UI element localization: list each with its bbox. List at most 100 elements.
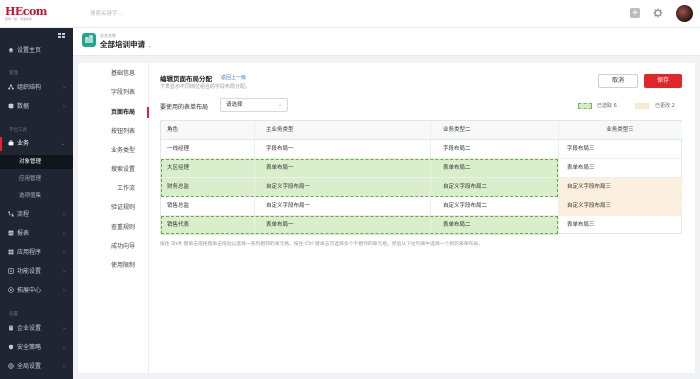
selection-hint: 按住 Shift 键单击或拖拽单击拖动以选择一系列相邻的单元格。按住 Ctrl …: [160, 242, 483, 247]
tab-success-wizard[interactable]: 成功向导: [77, 237, 148, 256]
table-cell-role: 财务总监: [161, 178, 254, 197]
add-button[interactable]: +: [630, 8, 640, 18]
tab-field-list[interactable]: 字段列表: [77, 83, 148, 102]
table-cell-layout[interactable]: 自定义字段布局三: [558, 178, 682, 197]
layout-select[interactable]: 请选择 ⌄: [220, 98, 288, 112]
company-logo[interactable]: HEcom 和你一起，创造未来: [5, 5, 65, 23]
layout-select-label: 要使用的表单布局: [160, 104, 209, 111]
sidebar-group-label: 平台工具: [9, 128, 27, 133]
chevron-right-icon: ›: [63, 231, 65, 237]
sidebar-item-reports[interactable]: 报表 ›: [0, 227, 73, 241]
column-divider: [558, 121, 559, 234]
column-header: 角色: [161, 121, 254, 140]
business-icon: [8, 140, 14, 146]
top-bar: HEcom 和你一起，创造未来 搜索关键字... +: [0, 0, 700, 28]
sidebar-item-org[interactable]: 组织结构 ›: [0, 81, 73, 95]
sidebar-item-label: 数据: [17, 103, 30, 110]
company-icon: [9, 325, 13, 331]
sidebar-item-label: 设置主页: [17, 47, 42, 54]
table-cell-layout[interactable]: 表单布局二: [430, 159, 558, 178]
sidebar-group-label: 管理: [9, 71, 18, 76]
tab-validation-rules[interactable]: 验证规则: [77, 198, 148, 217]
object-header: 业务名称 全部培训申请 ⌄: [73, 28, 700, 56]
sidebar-item-feature-settings[interactable]: 功能设置 ›: [0, 265, 73, 279]
sidebar-item-label: 报表: [17, 230, 30, 237]
object-title[interactable]: 全部培训申请 ⌄: [100, 39, 152, 50]
sidebar-item-data[interactable]: 数据 ›: [0, 100, 73, 114]
report-icon: [8, 230, 14, 236]
sidebar-item-label: 应用程序: [17, 249, 42, 256]
sidebar-item-apps[interactable]: 应用程序 ›: [0, 246, 73, 260]
sidebar-item-label: 拓展中心: [17, 287, 42, 294]
chevron-right-icon: ›: [63, 212, 65, 218]
sidebar-subitem-app-management[interactable]: 应用管理: [0, 172, 73, 186]
tab-page-layout[interactable]: 页面布局: [77, 103, 149, 122]
sidebar-item-extension-center[interactable]: 拓展中心 ›: [0, 284, 73, 298]
sidebar: 设置主页 管理 组织结构 › 数据 › 平台工具 业务 ⌄ 对象管理 应用管理 选项值…: [0, 28, 73, 379]
tab-workflow[interactable]: 工作流: [77, 179, 148, 198]
feature-icon: [8, 268, 14, 274]
table-cell-layout[interactable]: 表单布局一: [254, 159, 430, 178]
data-icon: [8, 103, 14, 109]
chevron-right-icon: ›: [63, 269, 65, 275]
avatar[interactable]: [676, 5, 693, 22]
table-cell-layout[interactable]: 自定义字段布局二: [430, 197, 558, 216]
table-cell-layout[interactable]: 字段布局三: [558, 140, 682, 159]
home-icon: [8, 47, 14, 53]
tab-basic-info[interactable]: 基础信息: [77, 64, 148, 83]
table-cell-layout[interactable]: 表单布局三: [558, 159, 682, 178]
table-cell-layout[interactable]: 自定义字段布局三: [558, 197, 682, 216]
table-cell-layout[interactable]: 自定义字段布局一: [254, 178, 430, 197]
save-button[interactable]: 保存: [644, 74, 682, 88]
chevron-right-icon: ›: [63, 345, 65, 351]
table-cell-layout[interactable]: 自定义字段布局一: [254, 197, 430, 216]
tab-usage-limits[interactable]: 使用限制: [77, 256, 148, 275]
panel-title: 编辑页面布局分配: [160, 75, 212, 83]
tab-duplicate-rules[interactable]: 查重规则: [77, 218, 148, 237]
sidebar-item-settings-home[interactable]: 设置主页: [0, 44, 73, 58]
org-icon: [8, 84, 14, 90]
sidebar-item-label: 功能设置: [17, 268, 42, 275]
table-cell-layout[interactable]: 表单布局三: [558, 216, 682, 235]
sidebar-item-flow[interactable]: 流程 ›: [0, 208, 73, 222]
sidebar-item-business[interactable]: 业务 ⌄: [0, 137, 73, 151]
search-input[interactable]: 搜索关键字...: [90, 9, 210, 19]
chevron-right-icon: ›: [63, 250, 65, 256]
menu-collapse-icon[interactable]: [58, 33, 66, 39]
object-icon: [82, 33, 96, 47]
column-header: 业务类型二: [430, 121, 558, 140]
tab-button-list[interactable]: 按钮列表: [77, 122, 148, 141]
chevron-down-icon: ⌄: [277, 102, 282, 108]
main-content: 基础信息 字段列表 页面布局 按钮列表 业务类型 搜索设置 工作流 验证规则 查…: [78, 63, 695, 373]
logo-slogan: 和你一起，创造未来: [5, 17, 33, 21]
sidebar-item-label: 流程: [17, 211, 30, 218]
table-cell-layout[interactable]: 自定义字段布局二: [430, 178, 558, 197]
chevron-right-icon: ›: [63, 364, 65, 370]
sidebar-subitem-object-management[interactable]: 对象管理: [0, 155, 73, 169]
chevron-right-icon: ›: [63, 288, 65, 294]
tab-business-type[interactable]: 业务类型: [77, 141, 148, 160]
chevron-right-icon: ›: [63, 85, 65, 91]
legend-selected-label: 已选取 6: [597, 103, 617, 109]
table-cell-layout[interactable]: 表单布局二: [430, 216, 558, 235]
sidebar-group-label: 设置: [9, 312, 18, 317]
cancel-button[interactable]: 取消: [598, 74, 638, 88]
tab-search-settings[interactable]: 搜索设置: [77, 160, 148, 179]
sidebar-subitem-option-sets[interactable]: 选项值集: [0, 189, 73, 203]
settings-tabs: 基础信息 字段列表 页面布局 按钮列表 业务类型 搜索设置 工作流 验证规则 查…: [78, 63, 149, 373]
sidebar-item-company-settings[interactable]: 企业设置 ›: [0, 322, 73, 336]
table-cell-layout[interactable]: 字段布局二: [430, 140, 558, 159]
column-header: 主业务类型: [254, 121, 430, 140]
back-link[interactable]: 返回上一级: [221, 74, 246, 81]
extension-icon: [8, 287, 14, 293]
sidebar-item-label: 安全策略: [17, 344, 42, 351]
sidebar-item-security[interactable]: 安全策略 ›: [0, 341, 73, 355]
table-cell-layout[interactable]: 表单布局一: [254, 216, 430, 235]
table-cell-layout[interactable]: 字段布局一: [254, 140, 430, 159]
sidebar-item-global-settings[interactable]: 全局设置 ›: [0, 360, 73, 374]
apps-icon: [8, 249, 14, 255]
layout-assignment-table: 角色 主业务类型 业务类型二 业务类型三 一线经理 字段布局一 字段布局二 字段…: [160, 120, 682, 235]
table-cell-role: 一线经理: [161, 140, 254, 159]
gear-icon[interactable]: [652, 7, 664, 19]
sidebar-item-label: 企业设置: [17, 325, 42, 332]
